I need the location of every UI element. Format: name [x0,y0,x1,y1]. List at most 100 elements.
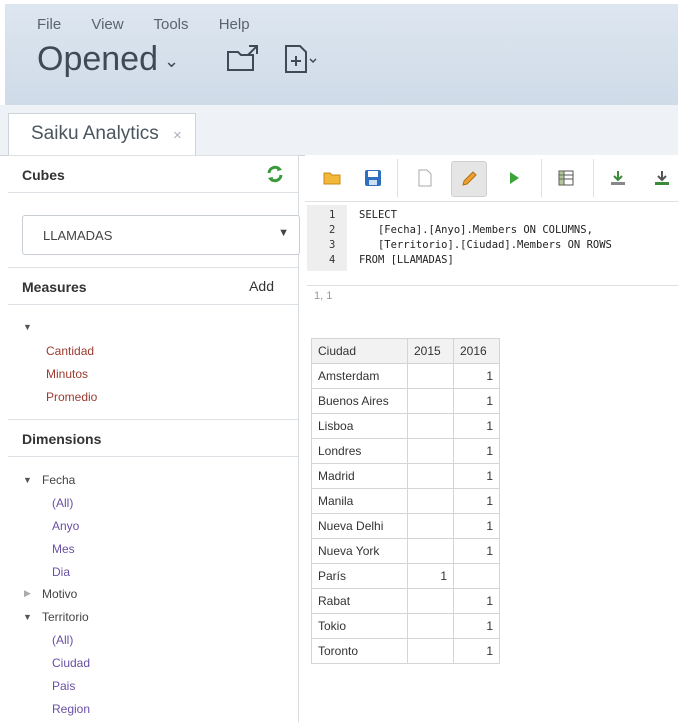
toolbar-separator [541,159,542,197]
close-icon[interactable]: × [173,127,182,144]
dimension-territorio[interactable]: Territorio [42,610,89,624]
chevron-down-icon: ⌄ [164,50,180,71]
results-table: Ciudad 2015 2016 Amsterdam 1 Buenos Aires… [311,338,500,664]
cell[interactable]: 1 [453,638,500,664]
mdx-editor[interactable]: 1 2 3 4 SELECT [Fecha].[Anyo].Members ON… [307,205,678,285]
dimension-motivo[interactable]: Motivo [42,587,77,601]
measure-minutos[interactable]: Minutos [46,367,88,381]
cell[interactable] [407,413,454,439]
expand-triangle-icon[interactable]: ▼ [23,322,32,332]
level-region[interactable]: Region [52,702,90,716]
code-line: FROM [LLAMADAS] [359,254,454,266]
row-header[interactable]: Manila [311,488,408,514]
cell[interactable]: 1 [453,363,500,389]
save-query-button[interactable] [356,161,390,195]
cell[interactable] [407,488,454,514]
row-header[interactable]: Nueva Delhi [311,513,408,539]
cell[interactable]: 1 [453,388,500,414]
download-alt-icon [655,171,669,185]
cell[interactable]: 1 [453,488,500,514]
row-header[interactable]: Madrid [311,463,408,489]
table-row: Amsterdam 1 [311,363,500,389]
cell[interactable] [407,513,454,539]
cell[interactable]: 1 [453,413,500,439]
line-number: 3 [329,239,336,251]
row-header[interactable]: París [311,563,408,589]
cubes-header: Cubes [8,155,298,193]
table-mode-button[interactable] [549,161,583,195]
table-row: Buenos Aires 1 [311,388,500,414]
row-header[interactable]: Londres [311,438,408,464]
opened-label: Opened [37,40,158,78]
cell[interactable] [407,388,454,414]
cell[interactable] [407,363,454,389]
opened-dropdown[interactable]: Opened ⌄ [37,40,179,79]
menu-help[interactable]: Help [219,16,250,33]
cell[interactable]: 1 [453,588,500,614]
refresh-icon[interactable] [266,165,284,186]
row-header[interactable]: Lisboa [311,413,408,439]
table-row: Rabat 1 [311,588,500,614]
left-panel: Cubes LLAMADAS ▼ Measures Add ▼ Cantidad… [8,155,300,722]
measure-promedio[interactable]: Promedio [46,390,97,404]
cell[interactable] [407,638,454,664]
level-anyo[interactable]: Anyo [52,519,79,533]
table-header-row: Ciudad 2015 2016 [311,338,500,364]
row-header[interactable]: Nueva York [311,538,408,564]
menu-file[interactable]: File [37,16,61,33]
line-number: 1 [329,209,336,221]
new-query-button[interactable] [408,161,442,195]
code-line: [Fecha].[Anyo].Members ON COLUMNS, [359,224,593,236]
level-pais[interactable]: Pais [52,679,75,693]
cell[interactable]: 1 [453,513,500,539]
tab-title: Saiku Analytics [31,123,159,144]
expand-triangle-icon[interactable]: ▼ [23,475,32,485]
export-button[interactable] [601,161,635,195]
menu-tools[interactable]: Tools [154,16,189,33]
row-header[interactable]: Toronto [311,638,408,664]
cell[interactable] [407,463,454,489]
level-mes[interactable]: Mes [52,542,75,556]
cube-select[interactable]: LLAMADAS ▼ [22,215,300,255]
row-header[interactable]: Tokio [311,613,408,639]
level-ciudad[interactable]: Ciudad [52,656,90,670]
cell[interactable]: 1 [407,563,454,589]
row-header[interactable]: Rabat [311,588,408,614]
open-folder-icon[interactable] [225,44,261,79]
export-alt-button[interactable] [645,161,678,195]
toolbar-separator [397,159,398,197]
level-territorio-all[interactable]: (All) [52,633,73,647]
code-line: SELECT [359,209,397,221]
cell[interactable]: 1 [453,463,500,489]
run-query-button[interactable] [497,161,531,195]
cell[interactable]: 1 [453,538,500,564]
open-query-button[interactable] [315,161,349,195]
tab-saiku-analytics[interactable]: Saiku Analytics × [8,113,196,155]
cell[interactable] [407,438,454,464]
new-document-icon[interactable] [282,44,318,79]
cell[interactable]: 1 [453,613,500,639]
row-header[interactable]: Amsterdam [311,363,408,389]
dimension-fecha[interactable]: Fecha [42,473,75,487]
cell[interactable] [407,588,454,614]
column-header-2015[interactable]: 2015 [407,338,454,364]
menu-bar: File View Tools Help [37,16,276,33]
column-header-ciudad[interactable]: Ciudad [311,338,408,364]
pencil-icon [462,171,477,186]
cell[interactable] [453,563,500,589]
line-number: 2 [329,224,336,236]
level-dia[interactable]: Dia [52,565,70,579]
column-header-2016[interactable]: 2016 [453,338,500,364]
level-fecha-all[interactable]: (All) [52,496,73,510]
cell[interactable] [407,538,454,564]
cell[interactable]: 1 [453,438,500,464]
row-header[interactable]: Buenos Aires [311,388,408,414]
cell[interactable] [407,613,454,639]
add-measure-button[interactable]: Add [249,278,274,294]
edit-query-button[interactable] [451,161,487,197]
table-row: Londres 1 [311,438,500,464]
collapsed-triangle-icon[interactable]: ▶ [24,588,31,599]
measure-cantidad[interactable]: Cantidad [46,344,94,358]
menu-view[interactable]: View [91,16,123,33]
expand-triangle-icon[interactable]: ▼ [23,612,32,622]
